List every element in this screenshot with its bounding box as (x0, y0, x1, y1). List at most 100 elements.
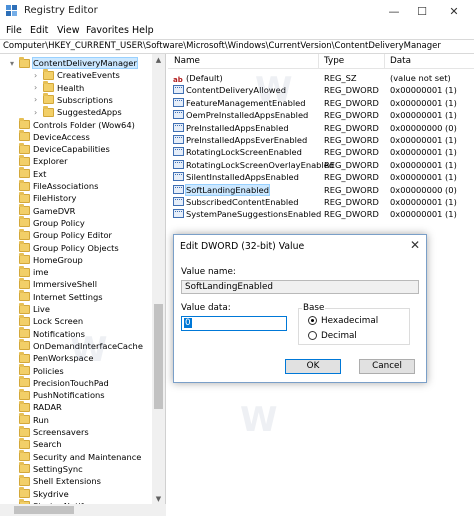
value-name-cell: SoftLandingEnabled (173, 183, 270, 196)
decimal-radio[interactable] (308, 331, 317, 340)
tree-item[interactable]: Internet Settings (19, 290, 103, 303)
tree-item[interactable]: ime (19, 265, 49, 278)
tree-item-label: PushNotifications (33, 390, 105, 401)
tree-item[interactable]: ▾ ContentDeliveryManager (10, 56, 138, 69)
value-type-cell: REG_DWORD (324, 147, 379, 158)
tree-item[interactable]: PenWorkspace (19, 351, 93, 364)
value-data-cell: 0x00000001 (1) (390, 85, 457, 96)
value-data-cell: 0x00000001 (1) (390, 97, 457, 108)
value-row[interactable]: SilentInstalledAppsEnabled REG_DWORD 0x000… (168, 171, 474, 183)
ok-button[interactable]: OK (285, 359, 341, 374)
value-row[interactable]: ContentDeliveryAllowed REG_DWORD 0x0000000… (168, 84, 474, 96)
tree-item[interactable]: Explorer (19, 154, 68, 167)
menu-view[interactable]: View (57, 25, 80, 36)
tree-item[interactable]: FileHistory (19, 191, 77, 204)
tree-item[interactable]: › Subscriptions (34, 93, 113, 106)
tree-item[interactable]: OnDemandInterfaceCache (19, 339, 143, 352)
hexadecimal-radio[interactable] (308, 316, 317, 325)
menu-edit[interactable]: Edit (30, 25, 48, 36)
value-row[interactable]: PreInstalledAppsEverEnabled REG_DWORD 0x00… (168, 134, 474, 146)
menu-file[interactable]: File (6, 25, 22, 36)
minimize-button[interactable]: — (380, 2, 408, 20)
tree-item[interactable]: Policies (19, 364, 64, 377)
tree-item[interactable]: RADAR (19, 400, 62, 413)
tree-item[interactable]: Group Policy Editor (19, 228, 112, 241)
value-type-cell: REG_DWORD (324, 172, 379, 183)
menu-favorites[interactable]: Favorites (86, 25, 129, 36)
value-row[interactable]: RotatingLockScreenEnabled REG_DWORD 0x0000… (168, 146, 474, 158)
chevron-right-icon[interactable]: › (34, 108, 42, 117)
tree-item[interactable]: Run (19, 413, 49, 426)
dialog-close-icon[interactable]: ✕ (410, 238, 420, 252)
value-row[interactable]: RotatingLockScreenOverlayEnabled REG_DWOR… (168, 159, 474, 171)
tree-item[interactable]: PrecisionTouchPad (19, 376, 109, 389)
chevron-right-icon[interactable]: › (34, 83, 42, 92)
column-data[interactable]: Data (390, 56, 411, 66)
tree-item[interactable]: › CreativeEvents (34, 68, 120, 81)
chevron-right-icon[interactable]: › (34, 95, 42, 104)
decimal-label[interactable]: Decimal (321, 331, 357, 341)
scroll-up-icon[interactable]: ▲ (152, 54, 165, 65)
value-row[interactable]: PreInstalledAppsEnabled REG_DWORD 0x000000… (168, 122, 474, 134)
hexadecimal-label[interactable]: Hexadecimal (321, 316, 378, 326)
tree-item-label: Run (33, 414, 49, 425)
hscroll-thumb[interactable] (14, 506, 74, 514)
scroll-thumb[interactable] (154, 304, 163, 409)
tree-item-label: CreativeEvents (57, 70, 120, 81)
value-name-text: (Default) (186, 73, 223, 83)
tree-item[interactable]: Screensavers (19, 425, 89, 438)
tree-item[interactable]: DeviceCapabilities (19, 142, 110, 155)
tree-item[interactable]: Search (19, 437, 62, 450)
tree-item[interactable]: Controls Folder (Wow64) (19, 118, 135, 131)
tree-item-label: FileHistory (33, 193, 77, 204)
tree-item[interactable]: ImmersiveShell (19, 277, 97, 290)
tree-item[interactable]: SettingSync (19, 462, 83, 475)
values-header: Name Type Data (168, 54, 474, 69)
value-row[interactable]: SystemPaneSuggestionsEnabled REG_DWORD 0x0… (168, 208, 474, 220)
value-name-cell: PreInstalledAppsEnabled (173, 122, 289, 134)
close-button[interactable]: ✕ (440, 2, 468, 20)
maximize-button[interactable]: ☐ (408, 2, 436, 20)
key-tree: ▾ ContentDeliveryManager › CreativeEvents › H… (0, 54, 166, 504)
chevron-down-icon[interactable]: ▾ (10, 59, 18, 68)
value-name-field[interactable]: SoftLandingEnabled (181, 280, 419, 294)
menu-help[interactable]: Help (132, 25, 154, 36)
tree-item[interactable]: Notifications (19, 327, 85, 340)
tree-vertical-scrollbar[interactable]: ▲ ▼ (152, 54, 165, 504)
column-type[interactable]: Type (324, 56, 344, 66)
tree-item[interactable]: GameDVR (19, 204, 75, 217)
tree-item-label: Search (33, 439, 62, 450)
tree-item[interactable]: › SuggestedApps (34, 105, 122, 118)
tree-item[interactable]: Security and Maintenance (19, 450, 141, 463)
value-data-input[interactable]: 0 (181, 316, 287, 331)
tree-item[interactable]: FileAssociations (19, 179, 98, 192)
tree-item[interactable]: Group Policy (19, 216, 85, 229)
column-name[interactable]: Name (174, 56, 200, 66)
scroll-down-icon[interactable]: ▼ (152, 493, 165, 504)
value-row[interactable]: SubscribedContentEnabled REG_DWORD 0x00000… (168, 196, 474, 208)
tree-item[interactable]: Group Policy Objects (19, 241, 119, 254)
cancel-button[interactable]: Cancel (359, 359, 415, 374)
tree-item-label: PrecisionTouchPad (33, 377, 109, 388)
value-type-cell: REG_DWORD (324, 159, 379, 170)
tree-item[interactable]: Ext (19, 167, 46, 180)
tree-item[interactable]: HomeGroup (19, 253, 83, 266)
value-row[interactable]: SoftLandingEnabled REG_DWORD 0x00000000 (0… (168, 183, 474, 196)
value-row[interactable]: ab (Default) REG_SZ (value not set) (168, 72, 474, 84)
tree-item[interactable]: PushNotifications (19, 388, 105, 401)
value-row[interactable]: OemPreInstalledAppsEnabled REG_DWORD 0x000… (168, 109, 474, 121)
tree-item-label: Subscriptions (57, 94, 113, 105)
tree-horizontal-scrollbar[interactable] (0, 504, 166, 516)
value-data-cell: 0x00000001 (1) (390, 197, 457, 207)
value-row[interactable]: FeatureManagementEnabled REG_DWORD 0x00000… (168, 97, 474, 109)
tree-item[interactable]: DeviceAccess (19, 130, 90, 143)
tree-item[interactable]: Skydrive (19, 487, 69, 500)
tree-item[interactable]: Live (19, 302, 50, 315)
address-bar[interactable]: Computer\HKEY_CURRENT_USER\Software\Micr… (0, 39, 474, 54)
tree-item[interactable]: Lock Screen (19, 314, 83, 327)
value-name-text: PreInstalledAppsEverEnabled (186, 135, 308, 145)
tree-item[interactable]: › Health (34, 81, 84, 94)
tree-item[interactable]: Shell Extensions (19, 474, 101, 487)
value-name-text: SystemPaneSuggestionsEnabled (186, 209, 322, 220)
chevron-right-icon[interactable]: › (34, 71, 42, 80)
